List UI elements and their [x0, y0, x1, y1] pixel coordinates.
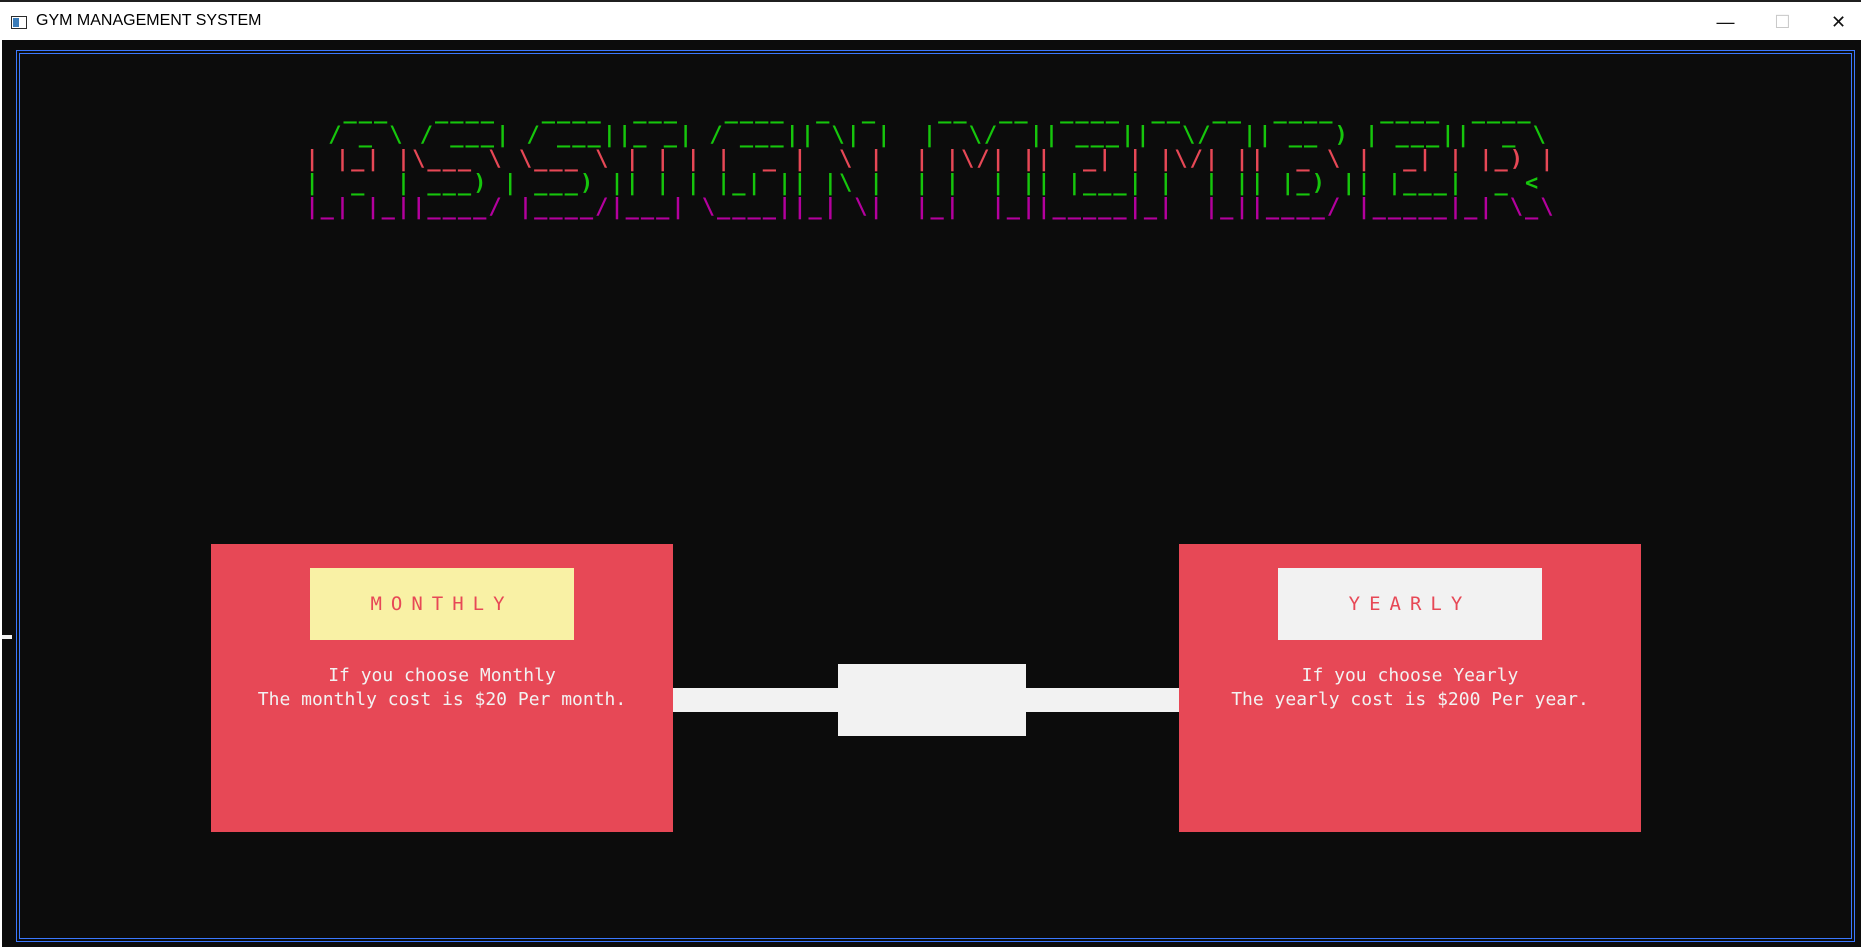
banner-line: |_| |_||____/ |____/|___| \____||_| \| |…: [305, 195, 1556, 220]
text-cursor: [2, 635, 12, 639]
banner-line: / _ \ / ___| / ___||_ _| / ___|| \| | | …: [313, 123, 1548, 148]
maximize-icon: ☐: [1774, 11, 1791, 32]
banner-line: | |_| |\___ \ \___ \ | | | | _ | \ | | |…: [305, 147, 1556, 172]
monthly-plan-card: MONTHLY If you choose Monthly The monthl…: [211, 544, 673, 832]
yearly-desc-line2: The yearly cost is $200 Per year.: [1231, 689, 1589, 710]
banner-line: ___ ____ ____ ___ ____ _ _ __ __ ____ __…: [313, 99, 1548, 124]
monthly-desc-line2: The monthly cost is $20 Per month.: [257, 689, 627, 710]
monthly-description: If you choose Monthly The monthly cost i…: [211, 664, 673, 712]
console-app-icon: [11, 16, 27, 29]
banner-line: [0, 220, 1861, 244]
close-icon: ✕: [1830, 11, 1847, 32]
yearly-plan-card: YEARLY If you choose Yearly The yearly c…: [1179, 544, 1641, 832]
yearly-description: If you choose Yearly The yearly cost is …: [1179, 664, 1641, 712]
ascii-banner: ___ ____ ____ ___ ____ _ _ __ __ ____ __…: [0, 100, 1861, 268]
minimize-icon: —: [1716, 11, 1735, 32]
close-button[interactable]: ✕: [1810, 2, 1861, 42]
window-title: GYM MANAGEMENT SYSTEM: [36, 12, 262, 29]
yearly-desc-line1: If you choose Yearly: [1301, 665, 1519, 686]
monthly-desc-line1: If you choose Monthly: [328, 665, 556, 686]
banner-line: [0, 244, 1861, 268]
yearly-button[interactable]: YEARLY: [1278, 568, 1542, 640]
banner-line: | _ | ___) | ___) || | | |_| || |\ | | |…: [305, 171, 1556, 196]
maximize-button[interactable]: ☐: [1754, 2, 1811, 42]
dumbbell-center-plate: [838, 664, 1026, 736]
window-titlebar: GYM MANAGEMENT SYSTEM — ☐ ✕: [0, 0, 1861, 40]
monthly-button[interactable]: MONTHLY: [310, 568, 574, 640]
minimize-button[interactable]: —: [1697, 2, 1754, 42]
